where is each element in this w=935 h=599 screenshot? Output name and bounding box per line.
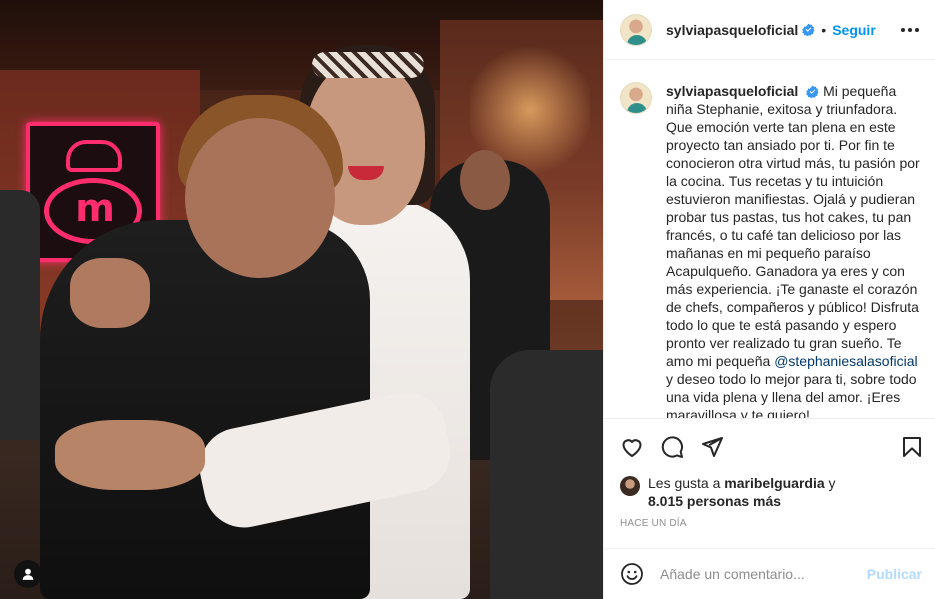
likes-user-link[interactable]: maribelguardia: [724, 475, 824, 491]
add-comment-bar: Publicar: [604, 548, 935, 599]
likes-conj: y: [828, 475, 836, 491]
avatar[interactable]: [620, 82, 652, 114]
user-tag-glyph: [22, 568, 34, 580]
avatar[interactable]: [620, 13, 652, 46]
post-photo[interactable]: m: [0, 0, 603, 599]
likes-text: Les gusta a maribelguardia y 8.015 perso…: [648, 474, 836, 510]
caption-body: Mi pequeña niña Stephanie, exitosa y tri…: [666, 83, 920, 369]
avatar[interactable]: [620, 476, 640, 496]
comment-icon[interactable]: [660, 435, 684, 459]
bookmark-icon[interactable]: [900, 435, 924, 459]
caption-row: sylviapasqueloficial Mi pequeña niña Ste…: [620, 82, 924, 418]
user-tag-icon[interactable]: [14, 560, 42, 588]
background-person: [0, 190, 40, 440]
likes-prefix: Les gusta a: [648, 475, 721, 491]
more-dots-glyph: [901, 28, 919, 32]
mention-link[interactable]: @stephaniesalasoficial: [774, 353, 917, 369]
caption-username[interactable]: sylviapasqueloficial: [666, 83, 798, 99]
hand: [55, 420, 205, 490]
caption-body-end: y deseo todo lo mejor para ti, sobre tod…: [666, 371, 917, 418]
hand: [70, 258, 150, 328]
older-woman-face: [185, 118, 335, 278]
more-options-icon[interactable]: [900, 20, 920, 40]
person-head: [460, 150, 510, 210]
likes-row: Les gusta a maribelguardia y 8.015 perso…: [620, 474, 920, 510]
comments-area[interactable]: sylviapasqueloficial Mi pequeña niña Ste…: [604, 60, 935, 418]
comment-input[interactable]: [660, 566, 860, 582]
likes-count-link[interactable]: 8.015 personas más: [648, 493, 781, 509]
post-header: sylviapasqueloficial • Seguir: [604, 0, 935, 60]
verified-badge-icon: [806, 85, 819, 98]
follow-button[interactable]: Seguir: [832, 22, 876, 38]
verified-badge-icon: [802, 23, 815, 36]
publish-button[interactable]: Publicar: [867, 566, 922, 582]
logo-m-glyph: m: [75, 186, 115, 230]
post-timestamp[interactable]: HACE UN DÍA: [620, 518, 687, 529]
logo-hat-shape: [66, 140, 122, 172]
heart-icon[interactable]: [620, 435, 644, 459]
action-bar: [604, 418, 935, 474]
post-sidebar: sylviapasqueloficial • Seguir sylviapasq…: [603, 0, 935, 599]
background-person: [490, 350, 603, 599]
header-username[interactable]: sylviapasqueloficial: [666, 22, 798, 38]
send-icon[interactable]: [700, 435, 724, 459]
separator-dot: •: [821, 21, 827, 38]
chef-headband: [312, 52, 424, 78]
emoji-icon[interactable]: [620, 562, 644, 586]
caption-text: sylviapasqueloficial Mi pequeña niña Ste…: [666, 82, 920, 418]
